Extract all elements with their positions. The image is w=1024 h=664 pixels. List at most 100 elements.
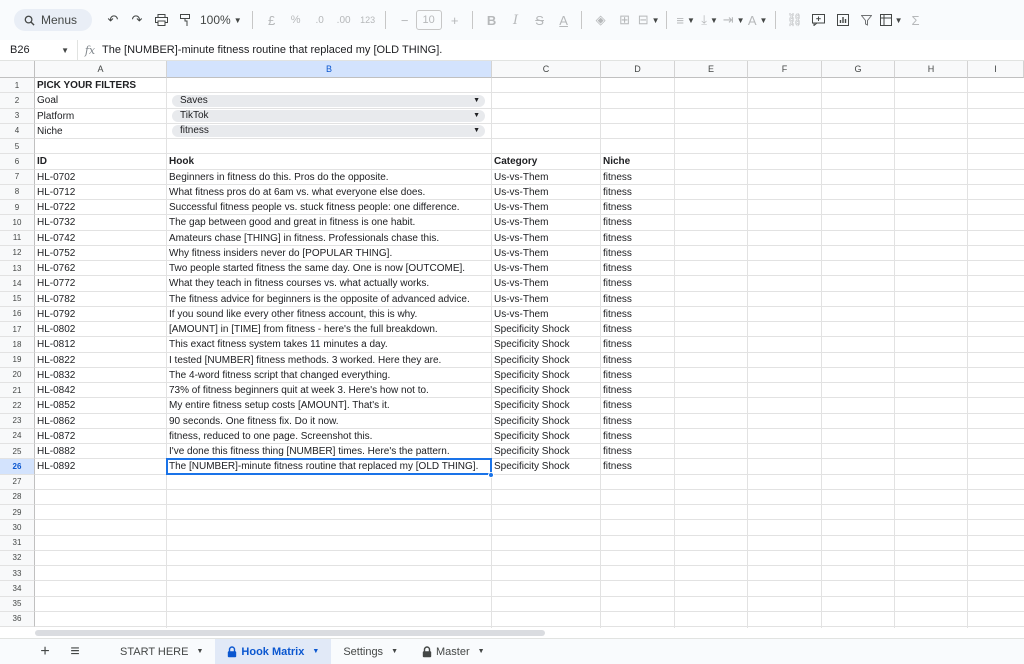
row-header[interactable]: 33 bbox=[0, 566, 35, 582]
hook-cell[interactable]: I tested [NUMBER] fitness methods. 3 wor… bbox=[167, 353, 491, 368]
hook-cell[interactable]: fitness, reduced to one page. Screenshot… bbox=[167, 429, 491, 444]
text-rotation-button[interactable]: A ▼ bbox=[747, 9, 769, 31]
functions-button[interactable]: Σ bbox=[905, 9, 927, 31]
decrease-font-size-button[interactable]: − bbox=[394, 9, 416, 31]
redo-icon[interactable]: ↷ bbox=[126, 9, 148, 31]
category-cell[interactable]: Us-vs-Them bbox=[492, 200, 600, 215]
column-header[interactable]: F bbox=[748, 61, 822, 78]
row-header[interactable]: 7 bbox=[0, 169, 35, 185]
category-cell[interactable]: Us-vs-Them bbox=[492, 246, 600, 261]
increase-font-size-button[interactable]: + bbox=[444, 9, 466, 31]
goal-dropdown[interactable]: Saves ▼ bbox=[172, 94, 485, 107]
id-cell[interactable]: HL-0782 bbox=[35, 292, 166, 307]
strikethrough-button[interactable]: S bbox=[529, 9, 551, 31]
chart-icon[interactable] bbox=[832, 9, 854, 31]
row-header[interactable]: 36 bbox=[0, 611, 35, 627]
id-cell[interactable]: HL-0832 bbox=[35, 368, 166, 383]
filter-views-icon[interactable]: ▼ bbox=[879, 9, 903, 31]
row-header[interactable]: 6 bbox=[0, 154, 35, 170]
id-cell[interactable]: HL-0702 bbox=[35, 170, 166, 185]
row-header[interactable]: 20 bbox=[0, 367, 35, 383]
hook-cell[interactable]: What fitness pros do at 6am vs. what eve… bbox=[167, 185, 491, 200]
row-header[interactable]: 22 bbox=[0, 398, 35, 414]
hook-cell[interactable]: Successful fitness people vs. stuck fitn… bbox=[167, 200, 491, 215]
scrollbar-thumb[interactable] bbox=[35, 630, 545, 636]
niche-cell[interactable]: fitness bbox=[601, 231, 674, 246]
niche-cell[interactable]: fitness bbox=[601, 276, 674, 291]
hook-cell[interactable]: Why fitness insiders never do [POPULAR T… bbox=[167, 246, 491, 261]
hook-cell[interactable]: [AMOUNT] in [TIME] from fitness - here's… bbox=[167, 322, 491, 337]
print-icon[interactable] bbox=[150, 9, 172, 31]
category-cell[interactable]: Specificity Shock bbox=[492, 383, 600, 398]
id-cell[interactable]: HL-0752 bbox=[35, 246, 166, 261]
row-header[interactable]: 19 bbox=[0, 352, 35, 368]
paint-format-icon[interactable] bbox=[174, 9, 196, 31]
percent-button[interactable]: % bbox=[285, 9, 307, 31]
category-cell[interactable]: Us-vs-Them bbox=[492, 307, 600, 322]
font-size-input[interactable]: 10 bbox=[415, 10, 442, 30]
text-wrap-icon[interactable]: ⇥ ▼ bbox=[723, 9, 745, 31]
hook-cell[interactable]: Amateurs chase [THING] in fitness. Profe… bbox=[167, 231, 491, 246]
hook-cell[interactable]: Beginners in fitness do this. Pros do th… bbox=[167, 170, 491, 185]
bold-button[interactable]: B bbox=[481, 9, 503, 31]
niche-cell[interactable]: fitness bbox=[601, 292, 674, 307]
category-cell[interactable]: Us-vs-Them bbox=[492, 231, 600, 246]
id-cell[interactable]: HL-0892 bbox=[35, 459, 166, 474]
id-cell[interactable]: HL-0872 bbox=[35, 429, 166, 444]
hook-cell[interactable]: The fitness advice for beginners is the … bbox=[167, 292, 491, 307]
column-header[interactable]: A bbox=[35, 61, 167, 78]
hook-cell[interactable]: I've done this fitness thing [NUMBER] ti… bbox=[167, 444, 491, 459]
id-cell[interactable]: HL-0812 bbox=[35, 337, 166, 352]
column-header[interactable]: E bbox=[675, 61, 748, 78]
link-icon[interactable]: ⛓ bbox=[784, 9, 806, 31]
row-header[interactable]: 11 bbox=[0, 230, 35, 246]
niche-cell[interactable]: fitness bbox=[601, 246, 674, 261]
niche-cell[interactable]: fitness bbox=[601, 322, 674, 337]
row-header[interactable]: 27 bbox=[0, 474, 35, 490]
hook-cell[interactable]: My entire fitness setup costs [AMOUNT]. … bbox=[167, 398, 491, 413]
zoom-select[interactable]: 100% ▼ bbox=[196, 13, 246, 27]
category-cell[interactable]: Specificity Shock bbox=[492, 414, 600, 429]
filter-icon[interactable] bbox=[856, 9, 878, 31]
text-color-button[interactable]: A bbox=[553, 9, 575, 31]
category-cell[interactable]: Us-vs-Them bbox=[492, 261, 600, 276]
row-header[interactable]: 1 bbox=[0, 78, 35, 94]
niche-cell[interactable]: fitness bbox=[601, 170, 674, 185]
niche-cell[interactable]: fitness bbox=[601, 429, 674, 444]
hook-cell[interactable]: The 4-word fitness script that changed e… bbox=[167, 368, 491, 383]
niche-cell[interactable]: fitness bbox=[601, 185, 674, 200]
niche-cell[interactable]: fitness bbox=[601, 200, 674, 215]
add-sheet-icon[interactable]: + bbox=[30, 643, 60, 661]
tab-hook-matrix[interactable]: Hook Matrix ▼ bbox=[215, 638, 332, 664]
row-header[interactable]: 25 bbox=[0, 444, 35, 460]
row-header[interactable]: 3 bbox=[0, 108, 35, 124]
increase-decimal-button[interactable]: .00 bbox=[333, 9, 355, 31]
number-format-button[interactable]: 123 bbox=[357, 9, 379, 31]
row-header[interactable]: 15 bbox=[0, 291, 35, 307]
column-header[interactable]: G bbox=[822, 61, 895, 78]
row-header[interactable]: 35 bbox=[0, 596, 35, 612]
column-header[interactable]: H bbox=[895, 61, 968, 78]
select-all-corner[interactable] bbox=[0, 61, 35, 78]
fill-handle[interactable] bbox=[488, 471, 494, 478]
category-cell[interactable]: Us-vs-Them bbox=[492, 185, 600, 200]
row-header[interactable]: 2 bbox=[0, 93, 35, 109]
horizontal-scrollbar[interactable] bbox=[35, 628, 1024, 638]
column-header[interactable]: C bbox=[492, 61, 601, 78]
formula-input[interactable]: The [NUMBER]-minute fitness routine that… bbox=[102, 44, 442, 56]
row-header[interactable]: 28 bbox=[0, 489, 35, 505]
niche-cell[interactable]: fitness bbox=[601, 414, 674, 429]
niche-cell[interactable]: fitness bbox=[601, 383, 674, 398]
row-header[interactable]: 21 bbox=[0, 383, 35, 399]
row-header[interactable]: 23 bbox=[0, 413, 35, 429]
id-cell[interactable]: HL-0822 bbox=[35, 353, 166, 368]
merge-cells-icon[interactable]: ⊟ ▼ bbox=[638, 9, 660, 31]
row-header[interactable]: 13 bbox=[0, 261, 35, 277]
row-header[interactable]: 14 bbox=[0, 276, 35, 292]
id-cell[interactable]: HL-0732 bbox=[35, 215, 166, 230]
id-cell[interactable]: HL-0722 bbox=[35, 200, 166, 215]
hook-cell[interactable]: Two people started fitness the same day.… bbox=[167, 261, 491, 276]
hook-cell[interactable]: What they teach in fitness courses vs. w… bbox=[167, 276, 491, 291]
row-header[interactable]: 9 bbox=[0, 200, 35, 216]
row-header[interactable]: 12 bbox=[0, 245, 35, 261]
